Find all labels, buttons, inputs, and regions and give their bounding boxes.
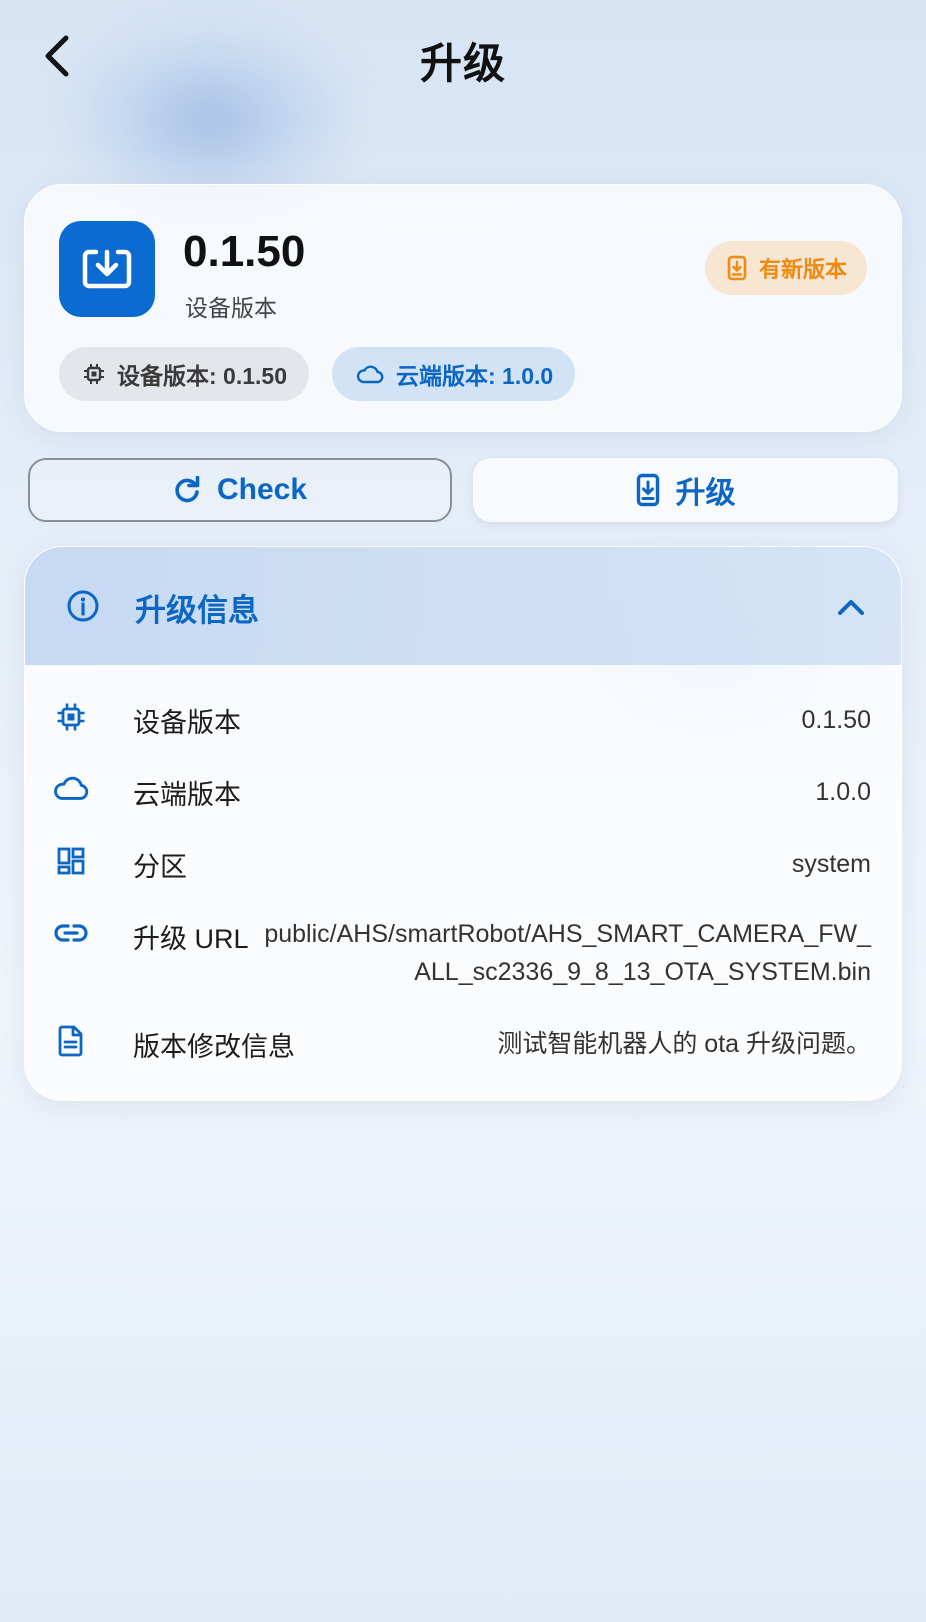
- cloud-icon: [356, 365, 384, 384]
- info-row-device-version: 设备版本 0.1.50: [53, 699, 871, 739]
- upgrade-info-title: 升级信息: [135, 593, 259, 628]
- chevron-up-icon: [838, 600, 864, 615]
- current-version: 0.1.50: [183, 227, 306, 276]
- info-value: system: [791, 850, 871, 878]
- document-icon: [58, 1025, 83, 1057]
- info-label: 升级 URL: [133, 924, 249, 954]
- cloud-icon: [54, 776, 89, 800]
- phone-download-icon: [727, 255, 747, 281]
- link-icon: [54, 924, 88, 942]
- upgrade-info-header[interactable]: 升级信息: [25, 547, 901, 665]
- info-label: 设备版本: [133, 708, 241, 738]
- upgrade-info-panel: 升级信息 设备版本 0.1.50 云端版本 1.0.0 分区 system 升级…: [24, 546, 902, 1101]
- upgrade-button[interactable]: 升级: [473, 458, 898, 522]
- phone-download-icon: [636, 473, 659, 507]
- app-icon: [59, 221, 155, 317]
- info-row-release-notes: 版本修改信息 测试智能机器人的 ota 升级问题。: [53, 1023, 871, 1063]
- upgrade-button-label: 升级: [675, 477, 736, 510]
- chip-icon: [84, 364, 104, 384]
- cloud-version-chip-label: 云端版本: 1.0.0: [396, 363, 554, 389]
- collapse-button[interactable]: [831, 589, 871, 625]
- info-label: 分区: [133, 852, 187, 882]
- app-header: 升级: [0, 0, 926, 115]
- info-icon-box: [54, 577, 112, 635]
- download-box-icon: [82, 249, 132, 289]
- version-caption: 设备版本: [185, 295, 277, 321]
- info-row-partition: 分区 system: [53, 843, 871, 883]
- info-icon: [67, 590, 99, 622]
- dashboard-icon: [57, 847, 85, 875]
- info-row-cloud-version: 云端版本 1.0.0: [53, 771, 871, 811]
- device-version-chip-label: 设备版本: 0.1.50: [117, 363, 287, 389]
- info-label: 云端版本: [133, 780, 241, 810]
- new-version-badge[interactable]: 有新版本: [704, 241, 867, 295]
- cloud-version-chip: 云端版本: 1.0.0: [332, 347, 576, 401]
- chip-icon: [57, 703, 85, 731]
- new-version-label: 有新版本: [758, 257, 847, 282]
- info-row-upgrade-url: 升级 URL public/AHS/smartRobot/AHS_SMART_C…: [53, 915, 871, 995]
- check-button[interactable]: Check: [28, 458, 452, 522]
- info-value[interactable]: public/AHS/smartRobot/AHS_SMART_CAMERA_F…: [261, 915, 871, 991]
- info-label: 版本修改信息: [133, 1032, 295, 1062]
- refresh-icon: [175, 476, 200, 503]
- device-version-chip: 设备版本: 0.1.50: [59, 347, 309, 401]
- version-card: 0.1.50 设备版本 有新版本 设备版本: 0.1.50 云端版本: 1.0.…: [24, 184, 902, 432]
- page-title: 升级: [419, 40, 506, 87]
- check-button-label: Check: [216, 473, 308, 506]
- info-value: 0.1.50: [801, 706, 871, 734]
- info-value: 1.0.0: [815, 778, 871, 806]
- info-value: 测试智能机器人的 ota 升级问题。: [497, 1030, 871, 1058]
